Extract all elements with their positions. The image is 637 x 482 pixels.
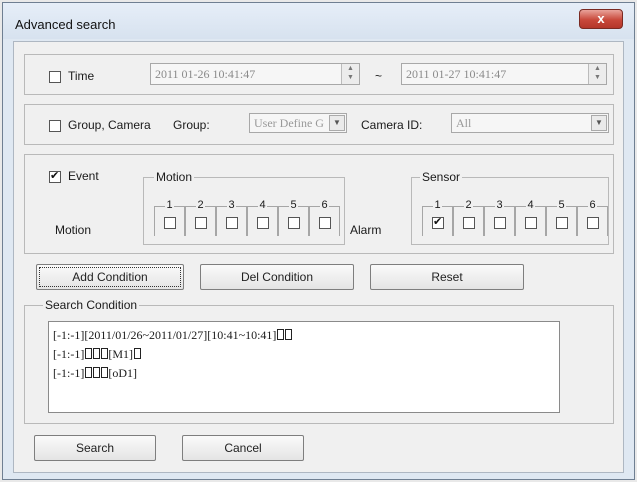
- sensor-channel-checkbox[interactable]: [432, 215, 444, 229]
- group-camera-group: Group, Camera Group: User Define G ▼ Cam…: [24, 104, 614, 145]
- close-button[interactable]: x: [579, 9, 623, 29]
- sensor-channel-checkbox[interactable]: [587, 217, 599, 229]
- motion-group-label: Motion: [154, 170, 195, 184]
- sensor-channel-number: 4: [526, 199, 535, 211]
- condition-row[interactable]: [-1:-1][2011/01/26~2011/01/27][10:41~10:…: [53, 328, 293, 343]
- sensor-channel-3: 3: [484, 199, 515, 236]
- motion-channel-number: 2: [196, 199, 205, 211]
- time-group: Time 2011 01-26 10:41:47 ▲ ▼ ~ 2011 01-27…: [24, 54, 614, 95]
- motion-channel-number: 6: [320, 199, 329, 211]
- camera-id-combo[interactable]: All ▼: [451, 113, 609, 133]
- cancel-button[interactable]: Cancel: [182, 435, 304, 461]
- time-label: Time: [68, 69, 95, 83]
- reset-button[interactable]: Reset: [370, 264, 524, 290]
- event-checkbox[interactable]: [49, 169, 61, 183]
- condition-row[interactable]: [-1:-1] [M1]: [53, 347, 141, 362]
- camera-id-label: Camera ID:: [361, 118, 423, 132]
- dialog-body: Time 2011 01-26 10:41:47 ▲ ▼ ~ 2011 01-27…: [13, 41, 624, 473]
- del-condition-button[interactable]: Del Condition: [200, 264, 354, 290]
- condition-suffix: [oD1]: [108, 366, 137, 380]
- window-title: Advanced search: [15, 17, 116, 32]
- search-condition-label: Search Condition: [43, 298, 140, 312]
- motion-channel-checkbox[interactable]: [288, 217, 300, 229]
- condition-text: [-1:-1]: [53, 347, 85, 361]
- sensor-channel-number: 2: [464, 199, 473, 211]
- sensor-channel-1: 1: [422, 199, 453, 236]
- group-camera-checkbox[interactable]: [49, 120, 61, 132]
- sensor-channel-checkbox[interactable]: [494, 217, 506, 229]
- group-combo[interactable]: User Define G ▼: [249, 113, 347, 133]
- motion-channel-number: 4: [258, 199, 267, 211]
- placeholder-glyph: [134, 348, 141, 359]
- time-to-field[interactable]: 2011 01-27 10:41:47 ▲ ▼: [401, 63, 607, 85]
- condition-text: [-1:-1][2011/01/26~2011/01/27][10:41~10:…: [53, 328, 277, 342]
- sensor-channel-checkbox[interactable]: [556, 217, 568, 229]
- sensor-channel-4: 4: [515, 199, 546, 236]
- sensor-channel-6: 6: [577, 199, 608, 236]
- sensor-channel-number: 3: [495, 199, 504, 211]
- motion-group: Motion 1 2 3 4 5 6: [143, 170, 345, 245]
- time-from-spinner[interactable]: ▲ ▼: [341, 64, 359, 84]
- group-camera-label: Group, Camera: [68, 118, 151, 132]
- placeholder-glyph: [85, 367, 93, 378]
- condition-suffix: [M1]: [108, 347, 133, 361]
- alarm-label: Alarm: [350, 223, 382, 237]
- placeholder-glyph: [85, 348, 93, 359]
- chevron-down-icon[interactable]: ▼: [329, 115, 345, 131]
- motion-channel-2: 2: [185, 199, 216, 236]
- add-condition-button[interactable]: Add Condition: [36, 264, 184, 290]
- motion-channel-checkbox[interactable]: [195, 217, 207, 229]
- sensor-channel-2: 2: [453, 199, 484, 236]
- motion-channel-3: 3: [216, 199, 247, 236]
- placeholder-glyph: [93, 367, 101, 378]
- motion-row-label: Motion: [55, 223, 92, 237]
- sensor-channel-checkbox[interactable]: [525, 217, 537, 229]
- time-separator: ~: [375, 69, 383, 83]
- motion-channel-checkbox[interactable]: [319, 217, 331, 229]
- time-to-value: 2011 01-27 10:41:47: [406, 67, 507, 81]
- sensor-channel-number: 1: [433, 199, 442, 211]
- motion-channel-checkbox[interactable]: [257, 217, 269, 229]
- motion-channel-5: 5: [278, 199, 309, 236]
- motion-channel-checkbox[interactable]: [226, 217, 238, 229]
- sensor-group: Sensor 1 2 3 4 5 6: [411, 170, 609, 245]
- search-condition-list[interactable]: [-1:-1][2011/01/26~2011/01/27][10:41~10:…: [48, 321, 560, 413]
- placeholder-glyph: [93, 348, 101, 359]
- title-bar[interactable]: Advanced search x: [3, 3, 634, 39]
- motion-channel-number: 1: [165, 199, 174, 211]
- time-checkbox[interactable]: [49, 71, 61, 83]
- group-label: Group:: [173, 118, 210, 132]
- event-group: Event Motion 1 2 3 4 5 6 Motion Alarm Sensor …: [24, 154, 614, 254]
- camera-id-combo-value: All: [456, 116, 472, 130]
- sensor-channel-5: 5: [546, 199, 577, 236]
- advanced-search-dialog: Advanced search x Time 2011 01-26 10:41:…: [2, 2, 635, 480]
- condition-row[interactable]: [-1:-1] [oD1]: [53, 366, 137, 381]
- placeholder-glyph: [285, 329, 293, 340]
- placeholder-glyph: [277, 329, 285, 340]
- motion-channel-number: 3: [227, 199, 236, 211]
- search-button[interactable]: Search: [34, 435, 156, 461]
- chevron-down-icon[interactable]: ▼: [591, 115, 607, 131]
- condition-text: [-1:-1]: [53, 366, 85, 380]
- motion-channel-1: 1: [154, 199, 185, 236]
- motion-channel-checkbox[interactable]: [164, 217, 176, 229]
- group-combo-value: User Define G: [254, 116, 324, 130]
- motion-channel-6: 6: [309, 199, 340, 236]
- event-label: Event: [68, 169, 99, 183]
- sensor-channel-number: 5: [557, 199, 566, 211]
- motion-channel-number: 5: [289, 199, 298, 211]
- sensor-channel-checkbox[interactable]: [463, 217, 475, 229]
- sensor-group-label: Sensor: [420, 170, 463, 184]
- motion-channel-4: 4: [247, 199, 278, 236]
- time-from-value: 2011 01-26 10:41:47: [155, 67, 256, 81]
- sensor-channel-number: 6: [588, 199, 597, 211]
- time-from-field[interactable]: 2011 01-26 10:41:47 ▲ ▼: [150, 63, 360, 85]
- time-to-spinner[interactable]: ▲ ▼: [588, 64, 606, 84]
